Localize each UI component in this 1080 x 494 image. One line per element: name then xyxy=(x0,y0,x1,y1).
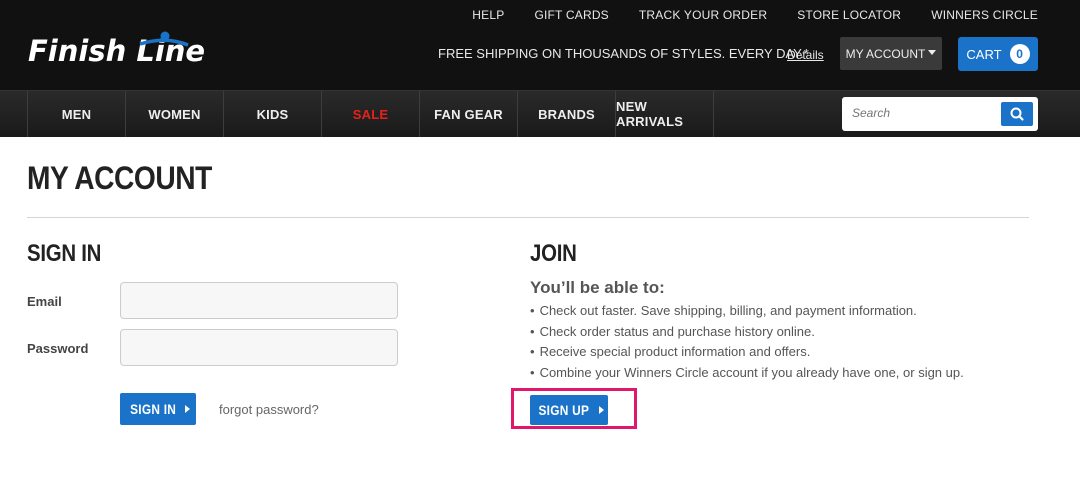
nav-item-sale[interactable]: SALE xyxy=(322,91,420,137)
util-link-store-locator[interactable]: STORE LOCATOR xyxy=(797,8,901,22)
password-label: Password xyxy=(27,341,89,356)
arrow-right-icon xyxy=(598,406,604,414)
caret-down-icon xyxy=(928,49,937,55)
arrow-right-icon xyxy=(185,405,191,413)
list-item: Combine your Winners Circle account if y… xyxy=(530,363,964,384)
main-nav: MEN WOMEN KIDS SALE FAN GEAR BRANDS NEW … xyxy=(0,90,1080,137)
page-title: MY ACCOUNT xyxy=(27,160,212,196)
sign-in-button[interactable]: SIGN IN xyxy=(120,393,196,425)
my-account-label: MY ACCOUNT xyxy=(845,46,926,61)
nav-item-kids[interactable]: KIDS xyxy=(224,91,322,137)
search-input[interactable] xyxy=(852,106,992,120)
finish-line-logo[interactable]: Finish Line xyxy=(28,30,248,70)
nav-item-fan-gear[interactable]: FAN GEAR xyxy=(420,91,518,137)
logo-wordmark: Finish Line xyxy=(28,34,205,68)
sign-up-button[interactable]: SIGN UP xyxy=(530,395,608,425)
my-account-dropdown[interactable]: MY ACCOUNT xyxy=(840,37,942,70)
title-divider xyxy=(27,217,1029,218)
free-shipping-promo: FREE SHIPPING ON THOUSANDS OF STYLES. EV… xyxy=(438,46,809,61)
site-header: HELP GIFT CARDS TRACK YOUR ORDER STORE L… xyxy=(0,0,1080,90)
cart-label: CART xyxy=(966,46,1002,62)
nav-items: MEN WOMEN KIDS SALE FAN GEAR BRANDS NEW … xyxy=(27,91,714,137)
list-item: Receive special product information and … xyxy=(530,342,964,363)
email-label: Email xyxy=(27,294,62,309)
join-subtitle: You’ll be able to: xyxy=(530,278,665,297)
sign-up-button-label: SIGN UP xyxy=(538,402,590,418)
util-link-help[interactable]: HELP xyxy=(472,8,504,22)
join-benefits-list: Check out faster. Save shipping, billing… xyxy=(530,301,964,383)
util-link-gift-cards[interactable]: GIFT CARDS xyxy=(534,8,608,22)
nav-item-brands[interactable]: BRANDS xyxy=(518,91,616,137)
utility-links: HELP GIFT CARDS TRACK YOUR ORDER STORE L… xyxy=(472,8,1038,22)
email-field[interactable] xyxy=(120,282,398,319)
nav-item-men[interactable]: MEN xyxy=(28,91,126,137)
list-item: Check order status and purchase history … xyxy=(530,322,964,343)
password-field[interactable] xyxy=(120,329,398,366)
nav-item-new-arrivals[interactable]: NEW ARRIVALS xyxy=(616,91,714,137)
search-icon xyxy=(1010,107,1024,121)
util-link-winners-circle[interactable]: WINNERS CIRCLE xyxy=(931,8,1038,22)
cart-count-badge: 0 xyxy=(1009,44,1030,64)
sign-in-heading: SIGN IN xyxy=(27,240,102,267)
cart-button[interactable]: CART 0 xyxy=(958,37,1038,71)
sign-in-button-label: SIGN IN xyxy=(129,401,177,417)
join-heading: JOIN xyxy=(530,240,577,267)
logo-icon: Finish Line xyxy=(28,31,205,68)
list-item: Check out faster. Save shipping, billing… xyxy=(530,301,964,322)
search-box xyxy=(842,97,1038,131)
promo-details-link[interactable]: Details xyxy=(787,48,824,62)
util-link-track-order[interactable]: TRACK YOUR ORDER xyxy=(639,8,767,22)
forgot-password-link[interactable]: forgot password? xyxy=(219,402,319,417)
search-button[interactable] xyxy=(1001,102,1033,126)
nav-item-women[interactable]: WOMEN xyxy=(126,91,224,137)
